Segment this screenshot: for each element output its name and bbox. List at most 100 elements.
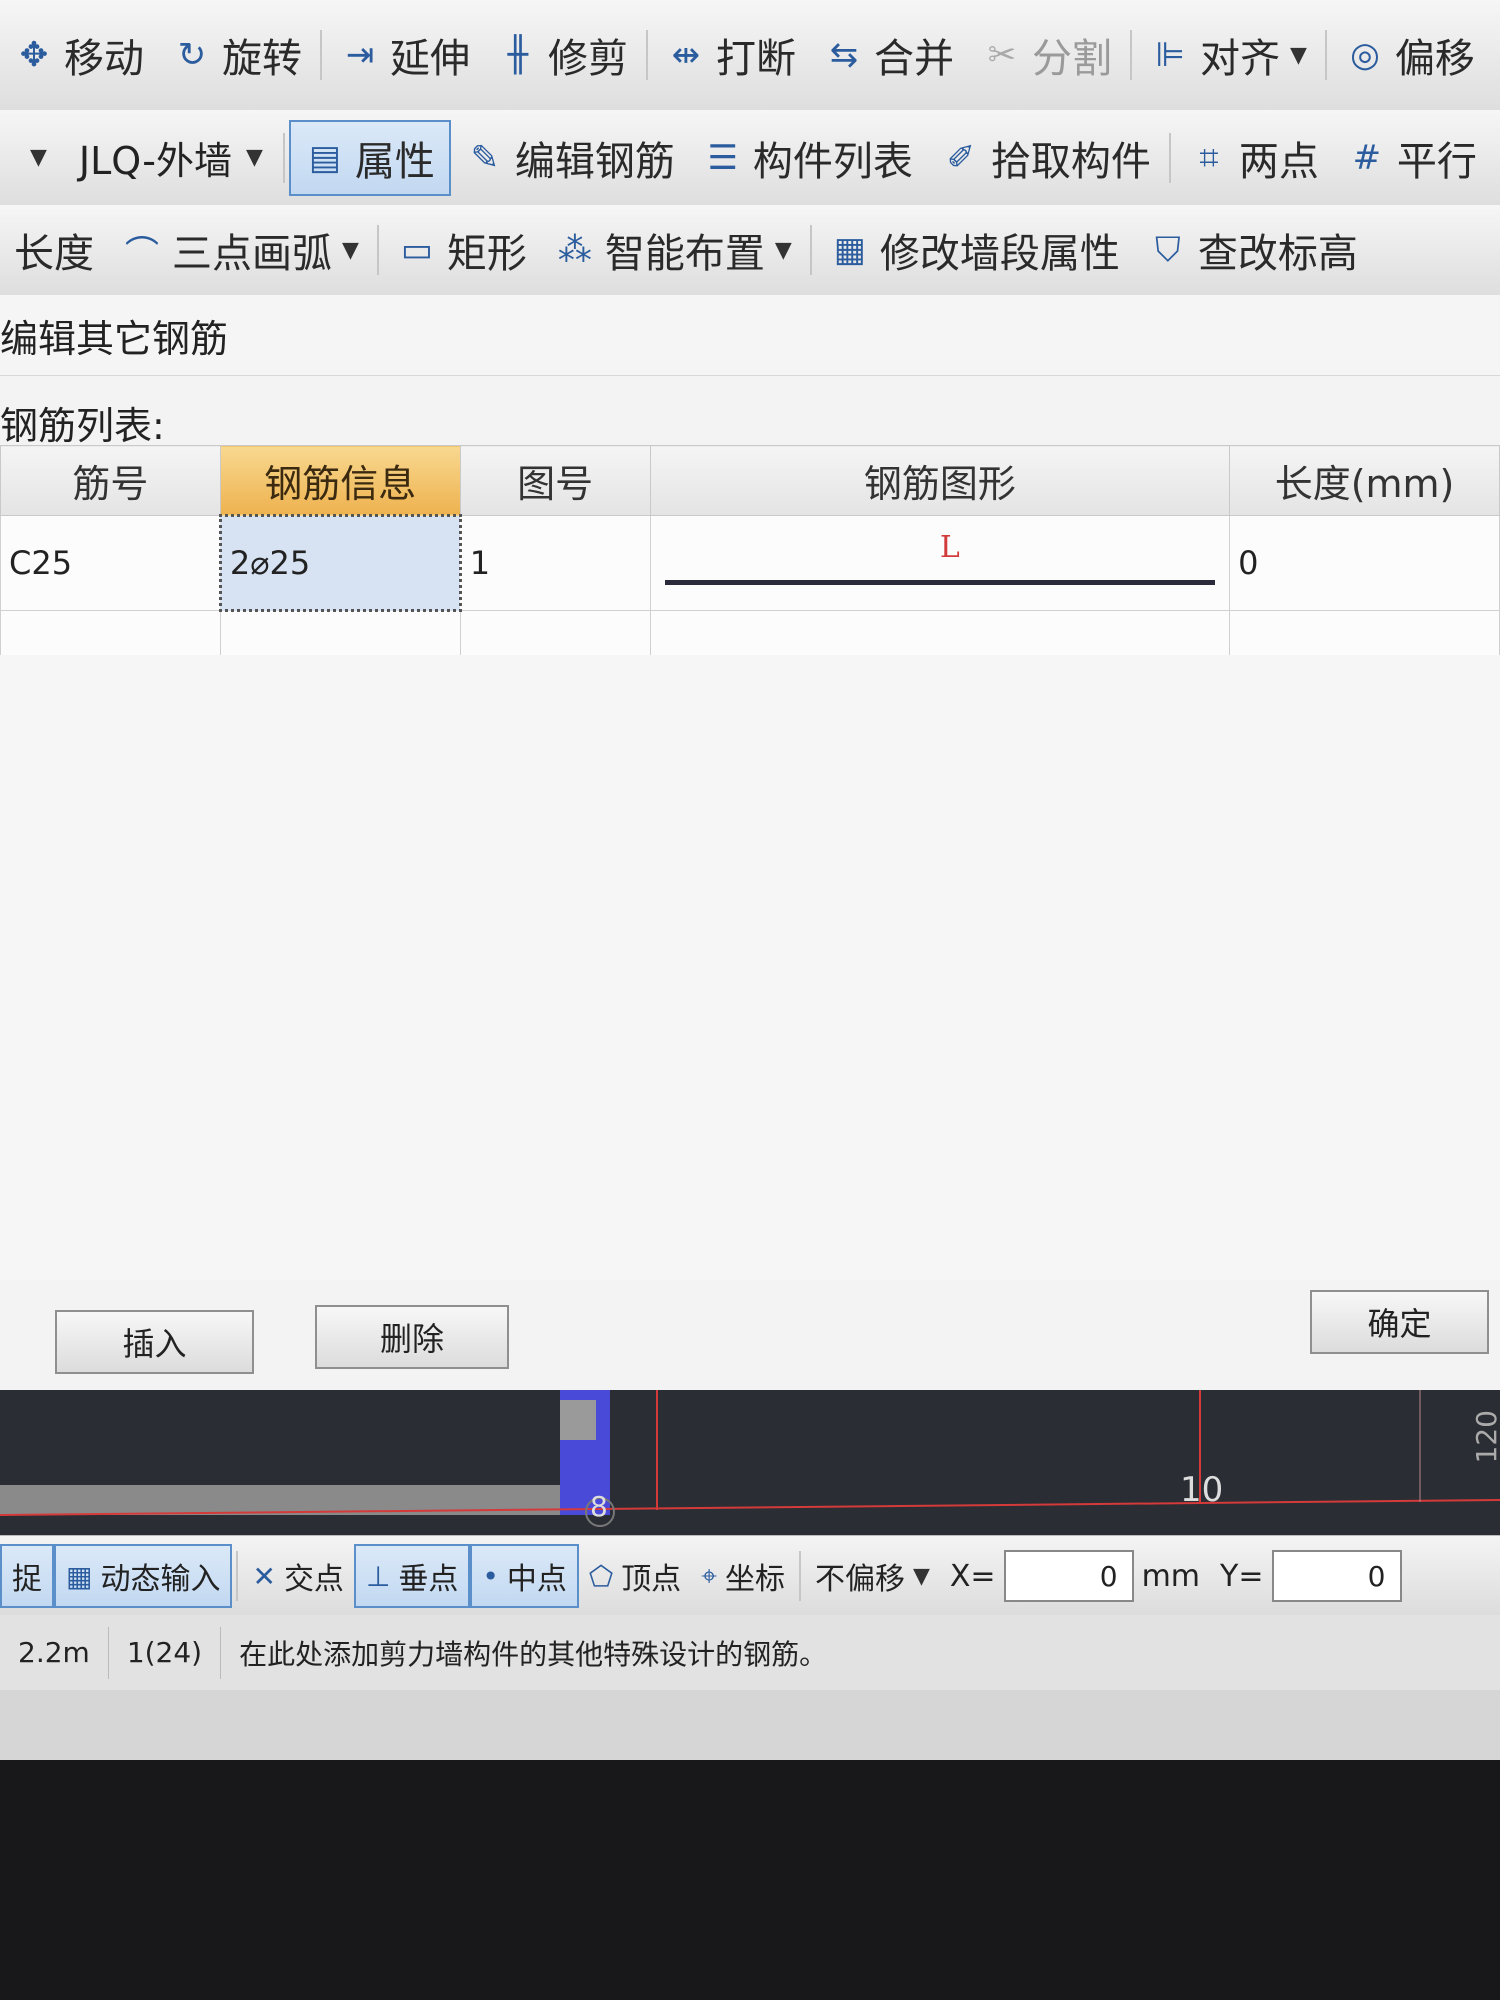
break-icon: ⇹ <box>671 35 701 75</box>
rebar-shape-line <box>664 580 1216 585</box>
check-elevation-icon: ⛉ <box>1155 230 1181 270</box>
table-row[interactable]: C25 2⌀25 1 L 0 <box>0 514 1500 612</box>
tool-length-label: 长度 <box>14 231 94 277</box>
toolbar-separator <box>798 1551 801 1601</box>
coordinate-icon: ⌖ <box>701 1559 717 1592</box>
ok-button[interactable]: 确定 <box>1310 1290 1489 1354</box>
tool-component-list-label: 构件列表 <box>752 138 913 185</box>
tool-two-points-button[interactable]: ⌗ 两点 <box>1175 110 1333 205</box>
tool-rotate-button[interactable]: ↻ 旋转 <box>158 0 316 110</box>
cell-figure-no[interactable] <box>459 610 651 661</box>
three-point-arc-icon: ⌒ <box>125 233 159 274</box>
column-header-bar-no[interactable]: 筋号 <box>0 445 221 516</box>
cell-figure-no[interactable]: 1 <box>459 515 651 611</box>
tool-smart-layout-label: 智能布置 <box>604 231 765 277</box>
y-input[interactable]: 0 <box>1271 1550 1402 1602</box>
tool-three-point-arc-button[interactable]: ⌒ 三点画弧 ▼ <box>108 205 373 295</box>
snap-intersection-button[interactable]: ✕ 交点 <box>242 1546 353 1606</box>
monitor-bezel <box>0 1760 1500 2000</box>
snap-dynamic-input-label: 动态输入 <box>100 1562 221 1597</box>
tool-check-elevation-button[interactable]: ⛉ 查改标高 <box>1134 205 1372 295</box>
tool-component-list-button[interactable]: ☰ 构件列表 <box>689 110 927 205</box>
column-header-length[interactable]: 长度(mm) <box>1229 445 1500 516</box>
cell-bar-no[interactable]: C25 <box>0 515 221 611</box>
cell-length[interactable] <box>1229 610 1500 661</box>
rebar-table: 筋号 钢筋信息 图号 钢筋图形 长度(mm) C25 2⌀25 1 L 0 <box>0 445 1500 661</box>
axis-label-edge: 120 <box>1470 1410 1500 1464</box>
tool-break-button[interactable]: ⇹ 打断 <box>652 0 810 110</box>
modify-wall-icon: ▦ <box>833 230 866 270</box>
tool-trim-button[interactable]: ╫ 修剪 <box>484 0 642 110</box>
extend-icon: ⇥ <box>345 35 375 75</box>
snap-dynamic-input-button[interactable]: ▦ 动态输入 <box>54 1544 233 1608</box>
chevron-down-icon: ▼ <box>912 1563 930 1589</box>
delete-button[interactable]: 删除 <box>315 1305 509 1369</box>
tool-two-points-label: 两点 <box>1238 138 1319 185</box>
table-row[interactable] <box>0 610 1500 661</box>
properties-icon: ▤ <box>308 137 341 178</box>
tool-offset-button[interactable]: ◎ 偏移 <box>1331 0 1489 110</box>
align-icon: ⊫ <box>1155 35 1185 75</box>
chevron-down-icon: ▼ <box>342 237 359 263</box>
tool-extend-label: 延伸 <box>390 36 470 82</box>
tool-length-button[interactable]: 长度 <box>0 205 108 295</box>
tool-split-label: 分割 <box>1032 36 1112 82</box>
x-input[interactable]: 0 <box>1003 1550 1134 1602</box>
tool-rectangle-label: 矩形 <box>446 231 527 277</box>
tool-parallel-button[interactable]: # 平行 <box>1333 110 1491 205</box>
dialog-title: 编辑其它钢筋 <box>0 295 1500 376</box>
tool-extend-button[interactable]: ⇥ 延伸 <box>326 0 484 110</box>
cell-rebar-shape[interactable] <box>649 610 1231 661</box>
cell-rebar-shape[interactable]: L <box>649 515 1231 611</box>
tool-pick-component-button[interactable]: ✐ 拾取构件 <box>927 110 1165 205</box>
tool-merge-button[interactable]: ⇆ 合并 <box>810 0 968 110</box>
cell-length[interactable]: 0 <box>1229 515 1500 611</box>
column-header-figure-no[interactable]: 图号 <box>459 445 651 516</box>
insert-button[interactable]: 插入 <box>55 1310 254 1374</box>
snap-midpoint-button[interactable]: • 中点 <box>470 1544 579 1608</box>
cell-bar-no[interactable] <box>0 610 221 661</box>
floor-select[interactable]: ▼ <box>0 145 63 170</box>
drawing-canvas[interactable]: 8 10 120 <box>0 1390 1500 1535</box>
tool-check-elevation-label: 查改标高 <box>1197 231 1358 277</box>
y-coordinate: Y= 0 <box>1210 1546 1411 1606</box>
tool-move-button[interactable]: ✥ 移动 <box>0 0 158 110</box>
cell-rebar-info[interactable] <box>219 610 461 661</box>
tool-smart-layout-button[interactable]: ⁂ 智能布置 ▼ <box>541 205 806 295</box>
tool-rectangle-button[interactable]: ▭ 矩形 <box>383 205 541 295</box>
chevron-down-icon: ▼ <box>1290 42 1307 68</box>
snap-vertex-button[interactable]: ⬠ 顶点 <box>579 1546 691 1606</box>
intersection-icon: ✕ <box>252 1559 276 1593</box>
rebar-list-label: 钢筋列表: <box>0 404 165 448</box>
snap-perpendicular-button[interactable]: ⊥ 垂点 <box>353 1544 471 1608</box>
edit-other-rebar-dialog: 编辑其它钢筋 钢筋列表: 筋号 钢筋信息 图号 钢筋图形 长度(mm) C25 … <box>0 295 1500 1392</box>
column-header-rebar-shape[interactable]: 钢筋图形 <box>649 445 1231 516</box>
tool-align-button[interactable]: ⊫ 对齐 ▼ <box>1136 0 1321 110</box>
tool-offset-label: 偏移 <box>1394 36 1475 82</box>
x-label: X= <box>949 1558 996 1594</box>
snap-capture-button[interactable]: 捉 <box>0 1544 54 1608</box>
tool-properties-button[interactable]: ▤ 属性 <box>288 119 451 196</box>
hint-text: 在此处添加剪力墙构件的其他特殊设计的钢筋。 <box>239 1637 828 1671</box>
edit-toolbar: ✥ 移动 ↻ 旋转 ⇥ 延伸 ╫ 修剪 ⇹ 打断 ⇆ 合并 ✂ 分割 ⊫ 对齐 ▼ ◎ 偏移 <box>0 0 1500 111</box>
column-header-rebar-info[interactable]: 钢筋信息 <box>219 445 461 516</box>
snap-midpoint-label: 中点 <box>506 1562 567 1597</box>
tool-edit-rebar-button[interactable]: ✎ 编辑钢筋 <box>451 110 689 205</box>
toolbar-separator <box>376 225 379 275</box>
axis-label-left: 8 <box>590 1490 608 1523</box>
toolbar-separator <box>1168 132 1171 183</box>
cell-rebar-info[interactable]: 2⌀25 <box>218 514 462 612</box>
snap-coordinate-button[interactable]: ⌖ 坐标 <box>691 1546 795 1606</box>
chevron-down-icon: ▼ <box>245 145 263 170</box>
snap-perpendicular-label: 垂点 <box>398 1562 459 1597</box>
tool-split-button[interactable]: ✂ 分割 <box>968 0 1126 110</box>
offset-mode-select[interactable]: 不偏移 ▼ <box>805 1546 940 1606</box>
edit-rebar-icon: ✎ <box>470 137 500 178</box>
tool-modify-wall-button[interactable]: ▦ 修改墙段属性 <box>816 205 1134 295</box>
tool-three-point-arc-label: 三点画弧 <box>172 231 332 277</box>
component-select[interactable]: JLQ-外墙 ▼ <box>63 130 279 185</box>
midpoint-icon: • <box>482 1559 499 1593</box>
toolbar-separator <box>809 225 812 275</box>
drawing-canvas-graphics <box>0 1390 1500 1527</box>
chevron-down-icon: ▼ <box>774 237 792 263</box>
